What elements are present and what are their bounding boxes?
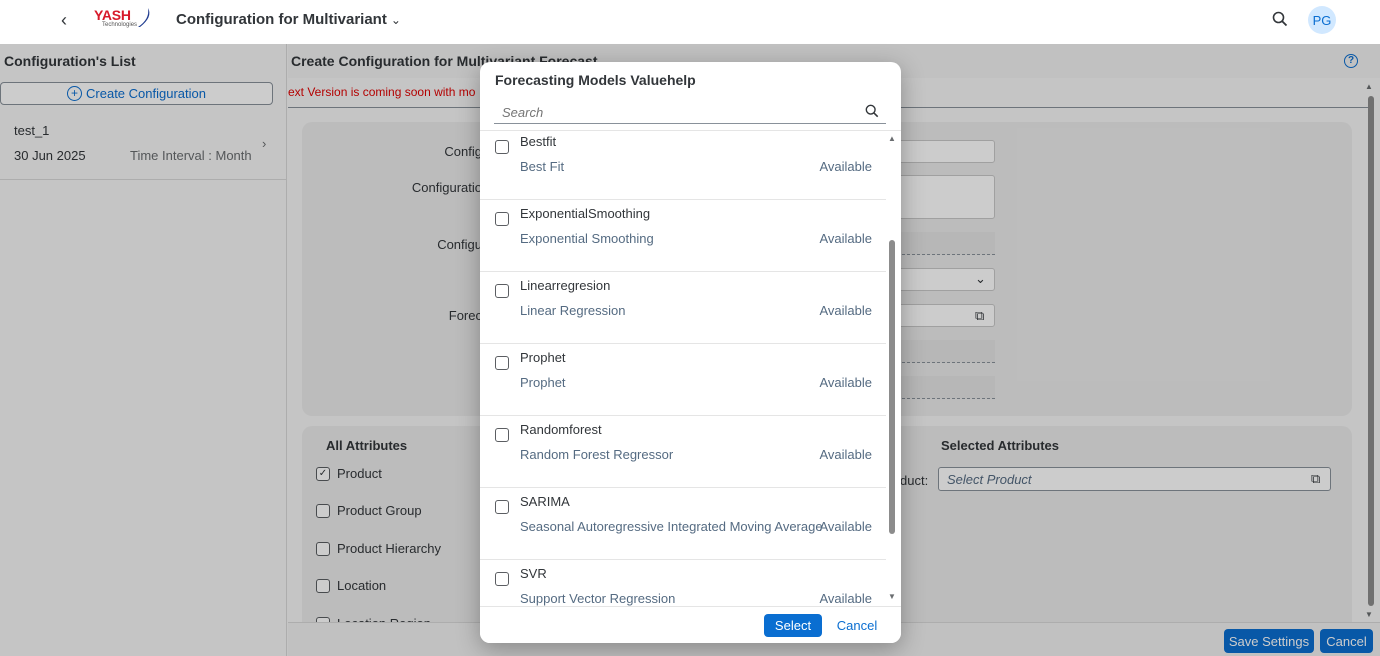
scrollbar-thumb[interactable]: [889, 240, 895, 534]
list-item[interactable]: Prophet Prophet Available: [480, 344, 886, 416]
list-item[interactable]: Linearregresion Linear Regression Availa…: [480, 272, 886, 344]
checkbox-icon[interactable]: [495, 572, 509, 586]
search-input[interactable]: [494, 101, 886, 124]
logo-swoosh-icon: [138, 8, 150, 27]
model-status: Available: [819, 519, 872, 534]
checkbox-icon[interactable]: [495, 428, 509, 442]
list-item[interactable]: ExponentialSmoothing Exponential Smoothi…: [480, 200, 886, 272]
model-status: Available: [819, 159, 872, 174]
model-status: Available: [819, 375, 872, 390]
avatar[interactable]: PG: [1308, 6, 1336, 34]
select-button[interactable]: Select: [764, 614, 822, 637]
list-item[interactable]: Bestfit Best Fit Available: [480, 131, 886, 200]
logo-text: YASH: [94, 7, 131, 23]
model-name: ExponentialSmoothing: [520, 206, 651, 221]
shell-bar: ‹ YASH Technologies Configuration for Mu…: [0, 0, 1380, 44]
model-description: Exponential Smoothing: [520, 231, 654, 246]
app-title: Configuration for Multivariant: [176, 11, 387, 28]
model-description: Prophet: [520, 375, 566, 390]
scroll-up-icon[interactable]: ▲: [888, 134, 896, 143]
model-description: Support Vector Regression: [520, 591, 676, 606]
dialog-scrollbar[interactable]: ▲ ▼: [888, 134, 896, 604]
checkbox-icon[interactable]: [495, 500, 509, 514]
list-item[interactable]: SARIMA Seasonal Autoregressive Integrate…: [480, 488, 886, 560]
model-name: Randomforest: [520, 422, 602, 437]
checkbox-icon[interactable]: [495, 212, 509, 226]
model-name: Bestfit: [520, 134, 557, 149]
model-status: Available: [819, 303, 872, 318]
model-description: Best Fit: [520, 159, 565, 174]
dialog-title: Forecasting Models Valuehelp: [495, 72, 696, 88]
dialog-footer: Select Cancel: [480, 606, 901, 643]
model-name: Prophet: [520, 350, 566, 365]
model-status: Available: [819, 231, 872, 246]
checkbox-icon[interactable]: [495, 140, 509, 154]
back-arrow-icon[interactable]: ‹: [56, 10, 72, 31]
model-description: Random Forest Regressor: [520, 447, 674, 462]
model-status: Available: [819, 447, 872, 462]
list-item[interactable]: SVR Support Vector Regression Available: [480, 560, 886, 606]
list-item[interactable]: Randomforest Random Forest Regressor Ava…: [480, 416, 886, 488]
model-description: Seasonal Autoregressive Integrated Movin…: [520, 519, 823, 534]
app-title-menu[interactable]: Configuration for Multivariant ⌄: [176, 11, 401, 28]
dialog-cancel-button[interactable]: Cancel: [834, 614, 880, 637]
checkbox-icon[interactable]: [495, 284, 509, 298]
search-icon[interactable]: [1272, 11, 1288, 27]
chevron-down-icon: ⌄: [390, 13, 401, 27]
models-list: Bestfit Best Fit Available ExponentialSm…: [480, 130, 901, 606]
model-status: Available: [819, 591, 872, 606]
company-logo: YASH Technologies: [92, 7, 156, 33]
search-icon[interactable]: [865, 104, 879, 118]
forecasting-models-dialog: Forecasting Models Valuehelp Bestfit Bes…: [480, 62, 901, 643]
scroll-down-icon[interactable]: ▼: [888, 592, 896, 601]
model-name: SARIMA: [520, 494, 570, 509]
model-name: SVR: [520, 566, 547, 581]
checkbox-icon[interactable]: [495, 356, 509, 370]
model-description: Linear Regression: [520, 303, 626, 318]
model-name: Linearregresion: [520, 278, 611, 293]
logo-subtext: Technologies: [102, 22, 138, 28]
